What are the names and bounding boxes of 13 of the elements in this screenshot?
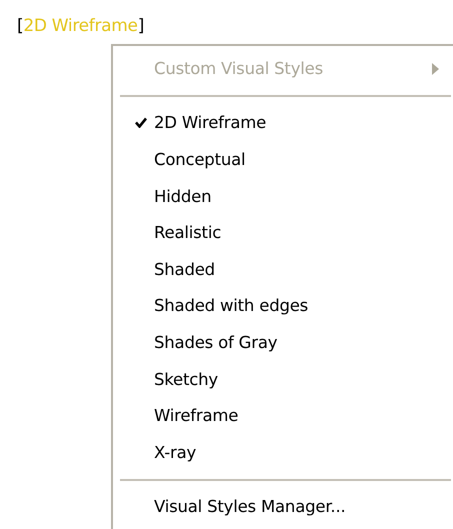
menu-item[interactable]: Shaded (113, 250, 453, 288)
menu-item[interactable]: 2D Wireframe (113, 104, 453, 142)
menu-item[interactable]: Conceptual (113, 141, 453, 178)
menu-item[interactable]: Visual Styles Manager... (113, 488, 453, 526)
menu-item[interactable]: Realistic (113, 214, 453, 251)
menu-item[interactable]: Hidden (113, 178, 453, 214)
submenu-arrow-icon (432, 63, 439, 75)
menu-item[interactable]: Shades of Gray (113, 324, 453, 361)
menu-item[interactable]: Sketchy (113, 360, 453, 398)
menu-item[interactable]: Shaded with edges (113, 288, 453, 324)
menu-item[interactable]: X-ray (113, 434, 453, 471)
menu-item[interactable]: Wireframe (113, 397, 453, 434)
visual-style-control[interactable]: [2D Wireframe] (17, 16, 144, 36)
